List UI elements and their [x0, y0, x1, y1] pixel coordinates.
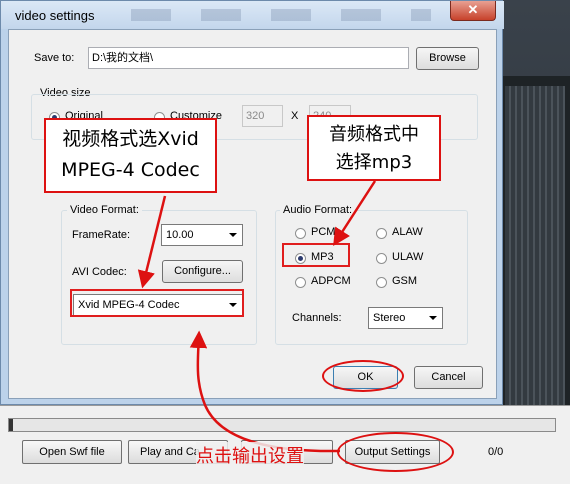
video-note-line2: MPEG-4 Codec — [61, 159, 200, 181]
video-note-line1: 视频格式选Xvid — [62, 128, 199, 150]
mp3-arrow — [333, 180, 377, 246]
audio-note-line1: 音频格式中 — [329, 124, 419, 145]
codec-arrow — [137, 195, 167, 289]
output-arrow — [189, 330, 341, 453]
audio-format-callout: 音频格式中 选择mp3 — [307, 115, 441, 181]
video-format-callout: 视频格式选Xvid MPEG-4 Codec — [44, 118, 217, 193]
annotation-arrows — [137, 180, 377, 453]
output-settings-note: 点击输出设置 — [196, 442, 304, 468]
audio-note-line2: 选择mp3 — [335, 152, 413, 173]
